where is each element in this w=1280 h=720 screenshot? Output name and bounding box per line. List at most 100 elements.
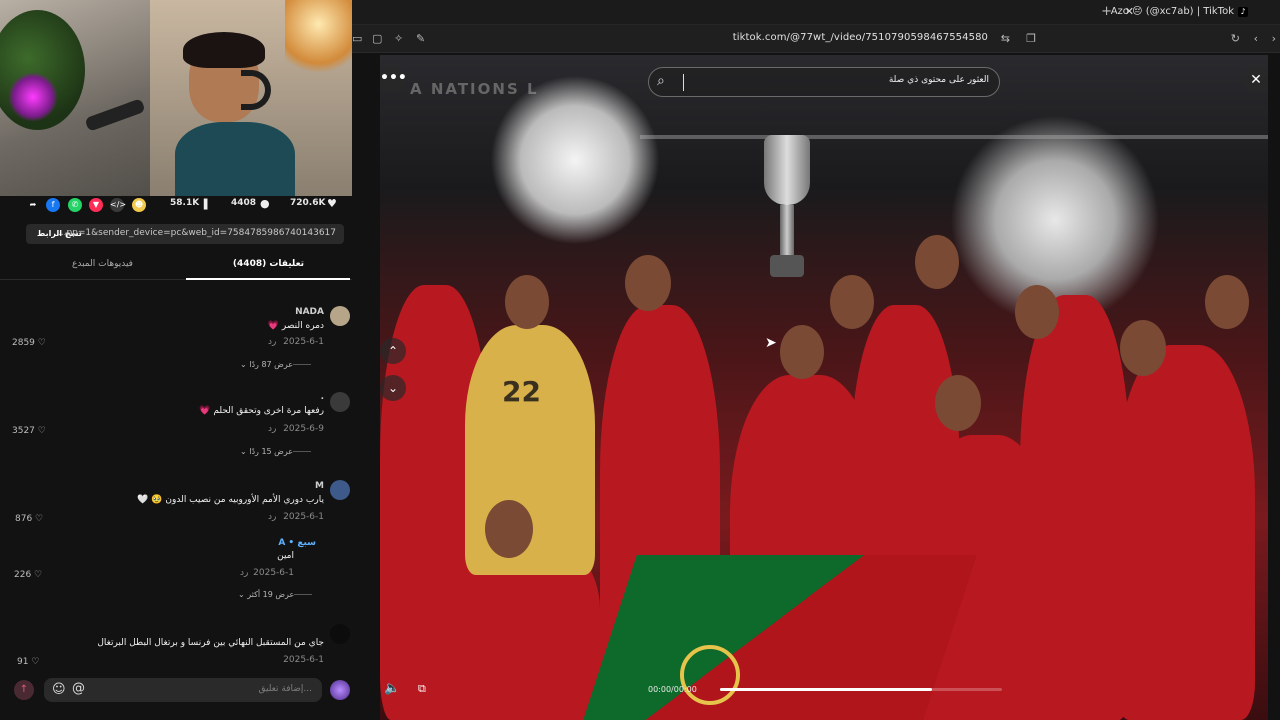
embed-icon[interactable]: </> (110, 198, 126, 212)
picture-in-picture-icon[interactable]: ⧉ (418, 682, 426, 696)
search-placeholder: العثور على محتوى ذي صلة (888, 75, 989, 85)
portugal-flag (583, 555, 977, 720)
related-search-input[interactable]: ⌕ العثور على محتوى ذي صلة (648, 67, 1000, 97)
comment-like-count: 876 (15, 514, 33, 524)
send-arrow-icon[interactable]: ↑ (14, 680, 34, 700)
view-replies-button[interactable]: عرض 87 ردًا ⌄ (240, 360, 315, 369)
comment-author[interactable]: A • سبع (278, 538, 316, 548)
view-more-replies-button[interactable]: عرض 19 أكثر ⌄ (238, 590, 316, 599)
player-head (935, 375, 981, 431)
close-video-button[interactable]: ✕ (1243, 67, 1268, 93)
volume-icon[interactable]: 🔈 (384, 681, 400, 696)
comment-input-bar: ↑ ☺ @ إضافة تعليق... (10, 678, 352, 702)
comment-date: 2025-6-1 (283, 512, 324, 522)
bookmark-save-icon[interactable]: ❚ (201, 197, 210, 210)
avatar[interactable] (330, 624, 350, 644)
comment-placeholder: إضافة تعليق... (258, 684, 312, 694)
comment-text: يارب دوري الأمم الأوروبيه من نصيب الدون … (137, 495, 324, 505)
smoke-cloud (490, 75, 660, 245)
more-options-button[interactable]: ••• (380, 67, 407, 93)
comment-like-count: 3527 (12, 426, 35, 436)
draw-icon[interactable]: ✎ (416, 32, 425, 45)
address-bar[interactable]: ▭ ▢ ✧ ✎ tiktok.com/@77wt_/video/75107905… (352, 25, 1280, 53)
tab-comments[interactable]: تعليقات (4408) (186, 259, 351, 269)
tab-creator-videos[interactable]: فيديوهات المبدع (20, 259, 185, 269)
trophy-stem (780, 205, 794, 255)
send-to-friends-icon[interactable]: ☻ (132, 198, 146, 212)
streamer (175, 30, 295, 196)
video-timecode: 00:00/00:00 (648, 685, 697, 694)
reply-button[interactable]: رد (268, 512, 276, 522)
view-replies-button[interactable]: عرض 15 ردًا ⌄ (240, 447, 315, 456)
avatar[interactable] (330, 306, 350, 326)
whatsapp-icon[interactable]: ✆ (68, 198, 82, 212)
video-progress-fill (720, 688, 932, 691)
action-row: ➦ f ✆ ▼ </> ☻ 58.1K ❚ 4408 ● 720.6K ♥ (0, 196, 352, 214)
player-head (1015, 285, 1059, 339)
comment-date: 2025-6-9 (283, 424, 324, 434)
keeper-number: 22 (502, 375, 541, 408)
pinterest-icon[interactable]: ▼ (89, 198, 103, 212)
share-arrow-icon[interactable]: ➦ (26, 198, 40, 212)
wand-icon[interactable]: ✧ (394, 32, 403, 45)
reply-button[interactable]: رد (240, 568, 248, 578)
avatar[interactable] (330, 392, 350, 412)
share-url-icon[interactable]: ⇆ (1001, 32, 1010, 45)
comments-count: 4408 (231, 198, 257, 208)
active-tab-indicator (186, 278, 350, 280)
comment-date: 2025-6-1 (253, 568, 294, 578)
comment-text: جاي من المستقبل النهائي بين فرنسا و برتغ… (97, 638, 324, 648)
likes-count: 720.6K (290, 198, 326, 208)
player-head (505, 275, 549, 329)
comment-input[interactable]: ☺ @ إضافة تعليق... (44, 678, 322, 702)
comment-author[interactable]: NADA (295, 307, 324, 317)
comment-likes[interactable]: 2859 ♡ (12, 338, 46, 348)
reload-icon[interactable]: ↻ (1231, 32, 1240, 45)
player-head (830, 275, 874, 329)
mention-icon[interactable]: @ (72, 681, 85, 696)
user-avatar[interactable] (330, 680, 350, 700)
divider (294, 594, 313, 595)
previous-video-button[interactable]: ⌃ (380, 338, 406, 364)
comment-author[interactable]: . (321, 392, 324, 402)
view-more-label: عرض 19 أكثر (247, 590, 295, 599)
comment-like-count: 226 (14, 570, 32, 580)
trophy-cup (764, 135, 810, 205)
comment-author[interactable]: M (315, 481, 324, 491)
heart-icon[interactable]: ♥ (327, 197, 337, 210)
share-url: ...pp=1&sender_device=pc&web_id=75847859… (57, 228, 336, 238)
flag-emblem (680, 645, 740, 705)
browser-tab[interactable]: Azo 😔 (@xc7ab) | TikTok ♪ (1100, 2, 1250, 22)
player-head (485, 500, 533, 558)
trophy-base (770, 255, 804, 277)
forward-icon[interactable]: › (1272, 32, 1276, 45)
tab-title: Azo 😔 (@xc7ab) | TikTok (1110, 6, 1234, 17)
video-progress-bar[interactable] (720, 688, 1002, 691)
reader-icon[interactable]: ▢ (372, 32, 382, 45)
avatar[interactable] (330, 480, 350, 500)
video-player[interactable]: A NATIONS L 22 ••• ⌕ العثور على محتوى ذي… (380, 55, 1268, 720)
copy-link-box: نسخ الرابط ...pp=1&sender_device=pc&web_… (26, 224, 344, 244)
comment-item: . رفعها مرة اخرى وتحقق الحلم 💗 2025-6-9 … (0, 392, 352, 462)
bookmark-icon[interactable]: ❐ (1026, 32, 1036, 45)
next-video-button[interactable]: ⌄ (380, 375, 406, 401)
comment-item: M يارب دوري الأمم الأوروبيه من نصيب الدو… (0, 480, 352, 530)
comment-likes[interactable]: 3527 ♡ (12, 426, 46, 436)
comment-likes[interactable]: 91 ♡ (17, 657, 39, 667)
comment-icon[interactable]: ● (260, 197, 270, 210)
player-head (915, 235, 959, 289)
comment-likes[interactable]: 876 ♡ (15, 514, 43, 524)
headphones-icon (241, 70, 271, 110)
view-replies-label: عرض 15 ردًا (249, 447, 294, 456)
facebook-icon[interactable]: f (46, 198, 60, 212)
tiktok-favicon-icon: ♪ (1238, 7, 1248, 17)
url-text[interactable]: tiktok.com/@77wt_/video/7510790598467554… (733, 32, 988, 43)
sidebar-toggle-icon[interactable]: ▭ (352, 32, 362, 45)
reply-button[interactable]: رد (268, 424, 276, 434)
emoji-icon[interactable]: ☺ (52, 682, 66, 697)
comment-likes[interactable]: 226 ♡ (14, 570, 42, 580)
back-icon[interactable]: ‹ (1254, 32, 1258, 45)
reply-button[interactable]: رد (268, 337, 276, 347)
comment-date: 2025-6-1 (283, 655, 324, 665)
saves-count: 58.1K (170, 198, 200, 208)
